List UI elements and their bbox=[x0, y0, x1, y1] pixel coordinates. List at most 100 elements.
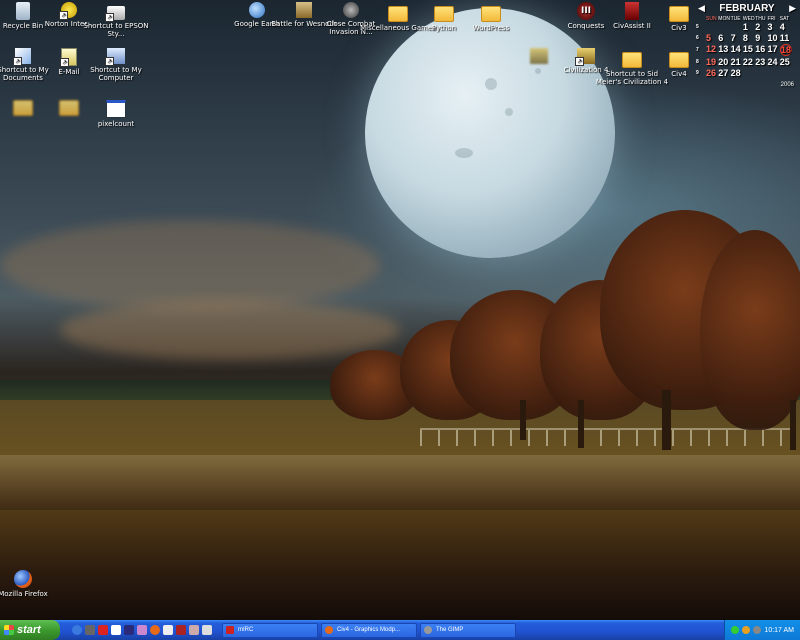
mirc-icon bbox=[226, 626, 234, 634]
pixelcount-icon[interactable]: pixelcount bbox=[78, 96, 154, 128]
folder-icon bbox=[669, 6, 689, 22]
calendar-day: 28 bbox=[730, 68, 741, 78]
calendar-day: 11 bbox=[779, 33, 790, 43]
internet-explorer-icon[interactable] bbox=[72, 625, 82, 635]
app-icon[interactable] bbox=[137, 625, 147, 635]
shortcut-arrow-icon: ↗ bbox=[105, 13, 114, 22]
week-number: 9 bbox=[696, 70, 699, 76]
calendar-year: 2006 bbox=[780, 82, 794, 88]
tray-app-icon[interactable] bbox=[753, 626, 762, 634]
norton-glyph: ↗ bbox=[59, 2, 77, 20]
app-icon[interactable] bbox=[163, 625, 173, 635]
calendar-day: 8 bbox=[742, 33, 748, 43]
app-icon[interactable] bbox=[111, 625, 121, 635]
start-button[interactable]: start bbox=[0, 620, 60, 640]
firefox-quicklaunch-icon[interactable] bbox=[150, 625, 160, 635]
quick-launch bbox=[72, 625, 212, 635]
calendar-day: 26 bbox=[706, 68, 717, 78]
shortcut-arrow-icon: ↗ bbox=[105, 57, 114, 66]
civ4-glyph: ↗ bbox=[575, 48, 595, 66]
email-label: E-Mail bbox=[58, 68, 80, 76]
calendar-day: 20 bbox=[718, 57, 729, 67]
clock[interactable]: 10:17 AM bbox=[764, 627, 794, 634]
task-label: Civ4 - Graphics Modp... bbox=[337, 627, 401, 633]
window-glyph bbox=[106, 100, 126, 118]
folder-icon bbox=[669, 52, 689, 68]
tray-app-icon[interactable] bbox=[742, 626, 751, 634]
calendar-day: 7 bbox=[730, 33, 736, 43]
app-icon[interactable] bbox=[202, 625, 212, 635]
my-computer-label: Shortcut to My Computer bbox=[90, 66, 142, 82]
calendar-day: 3 bbox=[767, 22, 773, 32]
week-number: 5 bbox=[696, 24, 699, 30]
pixelcount-label: pixelcount bbox=[97, 120, 135, 128]
week-number: 7 bbox=[696, 47, 699, 53]
task-mirc[interactable]: mIRC bbox=[222, 622, 318, 638]
next-month-icon[interactable]: ▶ bbox=[789, 3, 796, 14]
printer-glyph: ↗ bbox=[105, 6, 125, 22]
folder-icon bbox=[59, 100, 79, 116]
calendar-day: 12 bbox=[706, 44, 717, 54]
calendar-day: 1 bbox=[742, 22, 748, 32]
tray-app-icon[interactable] bbox=[731, 626, 740, 634]
firefox-label: Mozilla Firefox bbox=[0, 590, 48, 598]
conquests-glyph: III bbox=[577, 2, 595, 20]
firefox-icon bbox=[325, 626, 333, 634]
moon-crater bbox=[535, 68, 541, 74]
app-icon[interactable] bbox=[124, 625, 134, 635]
taskbar: start mIRC Civ4 - Graphics Modp... The G… bbox=[0, 620, 800, 640]
desktop-wallpaper: Recycle Bin ↗ Norton Inter... ↗ Shortcut… bbox=[0, 0, 800, 620]
civ4-folder-label: Civ4 bbox=[671, 70, 687, 78]
app-icon[interactable] bbox=[176, 625, 186, 635]
calendar-day bbox=[743, 68, 755, 78]
prev-month-icon[interactable]: ◀ bbox=[698, 3, 705, 14]
task-civ4-forum[interactable]: Civ4 - Graphics Modp... bbox=[321, 622, 417, 638]
show-desktop-icon[interactable] bbox=[85, 625, 95, 635]
cloud bbox=[0, 220, 380, 310]
folder-icon bbox=[481, 6, 501, 22]
calendar-today: 18 bbox=[779, 44, 793, 56]
helmet-glyph bbox=[343, 2, 359, 18]
calendar-month: FEBRUARY bbox=[719, 2, 775, 14]
civassist-glyph bbox=[625, 2, 639, 20]
calendar-day: 19 bbox=[706, 57, 717, 67]
windows-flag-icon bbox=[4, 625, 14, 635]
calendar-day: 22 bbox=[742, 57, 753, 67]
start-label: start bbox=[17, 624, 41, 636]
folder-icon bbox=[622, 52, 642, 68]
calendar-day: 13 bbox=[718, 44, 729, 54]
firefox-icon[interactable]: Mozilla Firefox bbox=[0, 570, 61, 598]
stone-wall bbox=[0, 455, 800, 510]
my-computer-shortcut-icon[interactable]: ↗ Shortcut to My Computer bbox=[78, 48, 154, 82]
calendar-day: 27 bbox=[718, 68, 729, 78]
calendar-header: ◀ FEBRUARY ▶ bbox=[694, 0, 800, 16]
calendar-day bbox=[780, 68, 792, 78]
week-number: 6 bbox=[696, 35, 699, 41]
gimp-icon bbox=[424, 626, 432, 634]
moon-crater bbox=[485, 78, 497, 90]
folder-icon bbox=[388, 6, 408, 22]
moon bbox=[365, 8, 615, 258]
documents-glyph: ↗ bbox=[13, 48, 31, 66]
wordpress-folder-icon[interactable]: WordPress bbox=[453, 2, 529, 32]
calendar-day: 25 bbox=[779, 57, 790, 67]
shortcut-arrow-icon: ↗ bbox=[13, 57, 22, 66]
task-gimp[interactable]: The GIMP bbox=[420, 622, 516, 638]
epson-shortcut-icon[interactable]: ↗ Shortcut to EPSON Sty... bbox=[78, 2, 154, 38]
calendar-day: 14 bbox=[730, 44, 741, 54]
civ3-label: Civ3 bbox=[671, 24, 687, 32]
email-glyph: ↗ bbox=[60, 48, 77, 67]
civ-glyph bbox=[530, 48, 548, 64]
globe-glyph bbox=[249, 2, 265, 18]
epson-label: Shortcut to EPSON Sty... bbox=[83, 22, 149, 38]
calendar-day: 9 bbox=[755, 33, 761, 43]
computer-glyph: ↗ bbox=[105, 48, 125, 66]
calendar-day: 2 bbox=[755, 22, 761, 32]
app-icon[interactable] bbox=[98, 625, 108, 635]
folder-icon bbox=[13, 100, 33, 116]
app-icon[interactable] bbox=[189, 625, 199, 635]
calendar-day bbox=[706, 22, 718, 32]
calendar-day: 16 bbox=[755, 44, 766, 54]
calendar-day: 23 bbox=[755, 57, 766, 67]
wesnoth-glyph bbox=[296, 2, 312, 18]
